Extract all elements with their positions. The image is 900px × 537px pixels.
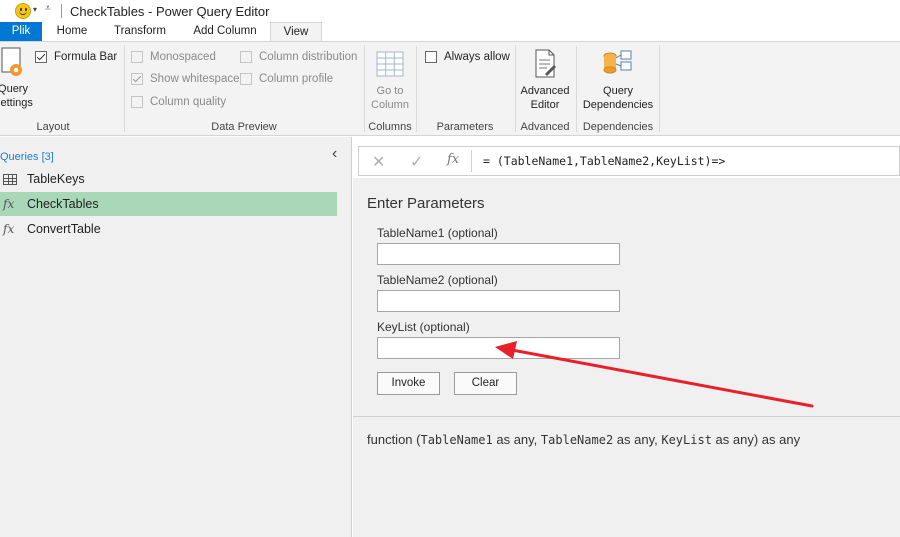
ribbon-separator	[416, 46, 417, 132]
monospaced-label: Monospaced	[150, 51, 216, 63]
column-distribution-toggle[interactable]: Column distribution	[240, 51, 357, 63]
query-item-label: TableKeys	[27, 172, 85, 186]
function-signature: function (TableName1 as any, TableName2 …	[367, 432, 800, 447]
parameters-panel: Enter Parameters TableName1 (optional) T…	[353, 178, 900, 537]
collapse-pane-chevron-icon[interactable]: ‹	[332, 145, 337, 163]
quick-access-menu-icon[interactable]: ⩡	[45, 3, 51, 14]
query-dependencies-label-1: Query	[603, 85, 633, 97]
queries-pane: Queries [3] ‹ TableKeys fx CheckTables f…	[0, 137, 352, 537]
window-title: CheckTables - Power Query Editor	[70, 4, 270, 19]
go-to-column-label-1: Go to	[376, 85, 404, 97]
ribbon-separator	[659, 46, 660, 132]
formula-bar-label: Formula Bar	[54, 51, 118, 63]
clear-button[interactable]: Clear	[454, 372, 517, 395]
commit-formula-icon[interactable]: ✓	[410, 152, 423, 172]
query-settings-icon	[1, 47, 22, 76]
fx-icon[interactable]: fx	[447, 152, 459, 167]
advanced-editor-label-1: Advanced	[520, 85, 570, 97]
ribbon-separator	[124, 46, 125, 132]
advanced-group-label: Advanced	[520, 121, 570, 133]
query-item-label: ConvertTable	[27, 222, 101, 236]
monospaced-toggle[interactable]: Monospaced	[131, 51, 216, 63]
tablename1-label: TableName1 (optional)	[377, 226, 498, 240]
query-settings-label-1: Query	[0, 83, 28, 95]
table-icon	[3, 173, 17, 185]
signature-type-1: as any,	[492, 432, 541, 447]
ribbon: Query Settings Formula Bar Layout Monosp…	[0, 41, 900, 136]
query-settings-button[interactable]: Query Settings	[0, 46, 34, 110]
ribbon-separator	[515, 46, 516, 132]
data-preview-group-label: Data Preview	[211, 121, 277, 133]
layout-group-label: Layout	[36, 121, 70, 133]
signature-param-1: TableName1	[420, 433, 493, 447]
always-allow-checkbox[interactable]	[425, 51, 437, 63]
tab-home[interactable]: Home	[52, 22, 92, 42]
tab-transform[interactable]: Transform	[108, 22, 172, 42]
show-whitespace-checkbox[interactable]	[131, 73, 143, 85]
query-dependencies-icon	[603, 50, 632, 74]
tab-add-column[interactable]: Add Column	[188, 22, 262, 42]
column-profile-label: Column profile	[259, 73, 334, 85]
formula-bar-toggle[interactable]: Formula Bar	[35, 51, 117, 63]
query-dependencies-label-2: Dependencies	[582, 99, 654, 111]
advanced-editor-icon	[535, 49, 556, 78]
signature-type-3: as any) as any	[711, 432, 801, 447]
queries-header: Queries [3]	[0, 151, 54, 163]
signature-param-3: KeyList	[661, 433, 712, 447]
ribbon-separator	[364, 46, 365, 132]
function-icon: fx	[3, 222, 15, 236]
query-item-label: CheckTables	[27, 197, 99, 211]
dropdown-caret-icon[interactable]: ▾	[33, 5, 37, 14]
column-quality-label: Column quality	[150, 96, 227, 108]
panel-divider	[353, 416, 900, 417]
column-profile-checkbox[interactable]	[240, 73, 252, 85]
column-distribution-checkbox[interactable]	[240, 51, 252, 63]
query-item-tablekeys[interactable]: TableKeys	[0, 167, 337, 191]
tab-file[interactable]: Plik	[0, 22, 42, 42]
tab-view[interactable]: View	[270, 22, 322, 42]
signature-type-2: as any,	[613, 432, 662, 447]
title-separator	[61, 4, 62, 18]
column-distribution-label: Column distribution	[259, 51, 358, 63]
query-item-converttable[interactable]: fx ConvertTable	[0, 217, 337, 241]
dependencies-group-label: Dependencies	[582, 121, 654, 133]
title-bar: ▾ ⩡ CheckTables - Power Query Editor	[0, 0, 900, 22]
show-whitespace-toggle[interactable]: Show whitespace	[131, 73, 240, 85]
function-icon: fx	[3, 197, 15, 211]
monospaced-checkbox[interactable]	[131, 51, 143, 63]
go-to-column-button[interactable]: Go to Column	[368, 50, 412, 112]
cancel-formula-icon[interactable]: ✕	[372, 152, 385, 172]
ribbon-tabs: Plik Home Transform Add Column View	[0, 22, 900, 42]
columns-group-label: Columns	[368, 121, 412, 133]
signature-prefix: function (	[367, 432, 421, 447]
advanced-editor-label-2: Editor	[530, 99, 560, 111]
always-allow-label: Always allow	[444, 51, 510, 63]
column-quality-checkbox[interactable]	[131, 96, 143, 108]
tablename2-input[interactable]	[377, 290, 620, 312]
always-allow-toggle[interactable]: Always allow	[425, 51, 510, 63]
keylist-input[interactable]	[377, 337, 620, 359]
invoke-button[interactable]: Invoke	[377, 372, 440, 395]
keylist-label: KeyList (optional)	[377, 320, 470, 334]
formula-bar: ✕ ✓ fx = (TableName1,TableName2,KeyList)…	[358, 146, 900, 176]
advanced-editor-button[interactable]: Advanced Editor	[519, 48, 571, 112]
formula-bar-checkbox[interactable]	[35, 51, 47, 63]
go-to-column-icon	[376, 51, 404, 77]
column-profile-toggle[interactable]: Column profile	[240, 73, 333, 85]
ribbon-separator	[576, 46, 577, 132]
show-whitespace-label: Show whitespace	[150, 73, 240, 85]
formula-text[interactable]: = (TableName1,TableName2,KeyList)=>	[483, 154, 725, 168]
signature-param-2: TableName2	[540, 433, 614, 447]
tablename2-label: TableName2 (optional)	[377, 273, 498, 287]
query-dependencies-button[interactable]: Query Dependencies	[580, 48, 656, 112]
tablename1-input[interactable]	[377, 243, 620, 265]
go-to-column-label-2: Column	[371, 99, 409, 111]
formula-separator	[471, 150, 472, 172]
smiley-feedback-icon[interactable]	[15, 3, 31, 19]
query-settings-label-2: Settings	[0, 97, 33, 109]
parameters-title: Enter Parameters	[367, 195, 485, 212]
parameters-group-label: Parameters	[436, 121, 494, 133]
query-item-checktables[interactable]: fx CheckTables	[0, 192, 337, 216]
column-quality-toggle[interactable]: Column quality	[131, 96, 226, 108]
